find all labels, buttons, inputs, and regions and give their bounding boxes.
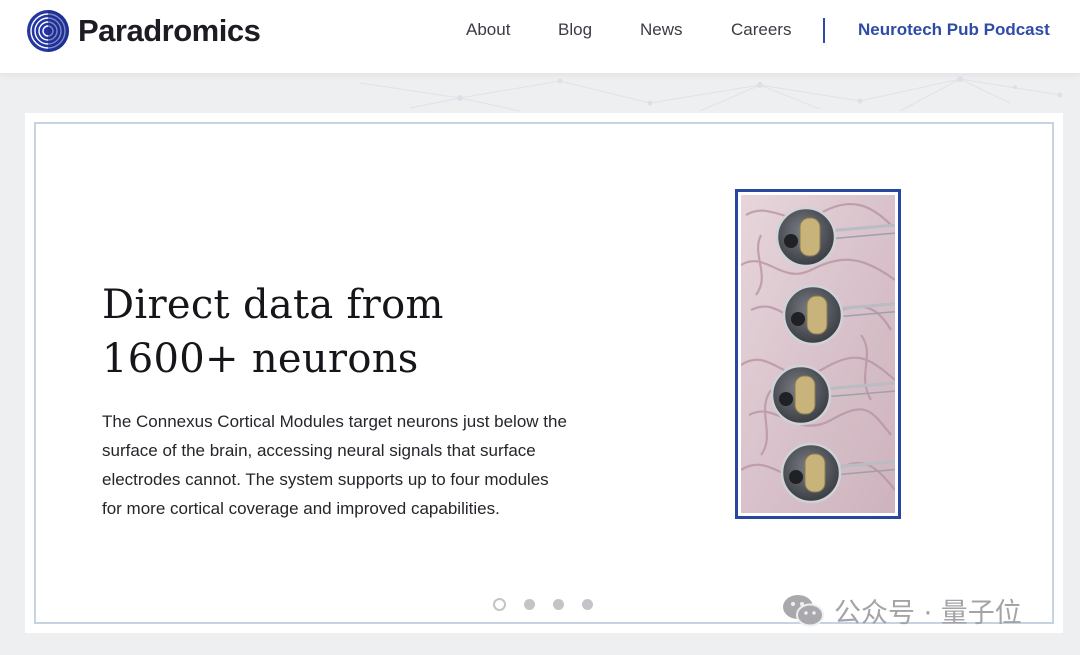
hero-description: The Connexus Cortical Modules target neu…	[102, 412, 567, 518]
main-nav: About Blog News Careers Neurotech Pub Po…	[0, 18, 1080, 43]
hero-card: Direct data from 1600+ neurons The Conne…	[25, 113, 1063, 633]
watermark-text: 公众号 · 量子位	[834, 597, 1022, 629]
nav-podcast-link[interactable]: Neurotech Pub Podcast	[858, 19, 1050, 41]
nav-blog[interactable]: Blog	[558, 19, 592, 41]
carousel-dot-4[interactable]	[582, 598, 593, 610]
hero-headline-line-1: Direct data from	[102, 282, 444, 328]
hero-image	[735, 189, 901, 519]
wechat-icon	[783, 595, 824, 627]
hero-headline-line-2: 1600+ neurons	[102, 336, 419, 382]
background-network-pattern	[0, 73, 1080, 113]
site-header: Paradromics About Blog News Careers Neur…	[0, 0, 1080, 73]
cortical-modules-image-icon	[741, 195, 895, 513]
nav-careers[interactable]: Careers	[731, 19, 791, 41]
carousel-dots	[493, 597, 611, 611]
carousel-dot-3[interactable]	[553, 598, 564, 610]
nav-news[interactable]: News	[640, 19, 683, 41]
hero-headline: Direct data from 1600+ neurons	[102, 278, 522, 386]
nav-divider	[823, 18, 825, 43]
nav-about[interactable]: About	[466, 19, 510, 41]
carousel-dot-2[interactable]	[524, 598, 535, 610]
carousel-dot-1[interactable]	[493, 597, 506, 611]
wechat-watermark: 公众号 · 量子位	[782, 590, 1022, 630]
